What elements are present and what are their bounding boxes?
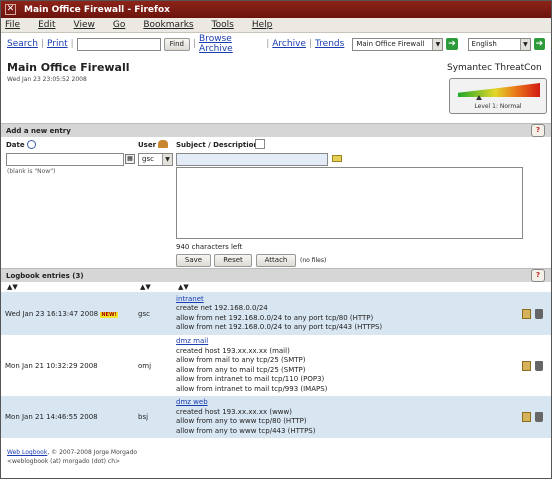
- date-input[interactable]: [6, 153, 124, 166]
- date-label: Date: [6, 141, 25, 149]
- clock-icon: [27, 140, 36, 149]
- table-row[interactable]: Wed Jan 23 16:13:47 2008 NEW! gsc intran…: [1, 292, 551, 335]
- logbook-table: ▲▼ ▲▼ ▲▼ Wed Jan 23 16:13:47 2008 NEW! g…: [1, 282, 551, 438]
- users-icon: [158, 140, 168, 148]
- date-hint: (blank is "Now"): [7, 168, 56, 175]
- table-row[interactable]: Mon Jan 21 14:46:55 2008 bsj dmz web cre…: [1, 396, 551, 438]
- menu-tools[interactable]: Tools: [212, 20, 243, 30]
- browse-archive-link[interactable]: Browse Archive: [199, 34, 263, 54]
- calendar-icon[interactable]: ▦: [125, 154, 135, 164]
- entry-date: Mon Jan 21 14:46:55 2008: [1, 396, 134, 438]
- find-button[interactable]: Find: [163, 37, 190, 51]
- entry-subject-link[interactable]: dmz mail: [176, 337, 208, 345]
- go-arrow-icon[interactable]: ➔: [446, 38, 458, 50]
- table-row[interactable]: Mon Jan 21 10:32:29 2008 omj dmz mail cr…: [1, 335, 551, 396]
- entry-subject-link[interactable]: intranet: [176, 295, 204, 303]
- chevron-down-icon: ▼: [162, 154, 172, 165]
- text-format-icon: [255, 139, 265, 149]
- sort-subject-arrows[interactable]: ▲▼: [172, 282, 511, 292]
- subject-label: Subject / Description: [176, 141, 259, 149]
- web-logbook-link[interactable]: Web Logbook: [7, 449, 47, 456]
- menu-bar: File Edit View Go Bookmarks Tools Help: [1, 18, 551, 33]
- entry-date: Mon Jan 21 10:32:29 2008: [1, 335, 134, 396]
- new-entry-header: Add a new entry ?: [1, 123, 551, 137]
- language-select[interactable]: English ▼: [467, 37, 531, 51]
- save-button[interactable]: Save: [176, 254, 211, 267]
- page-title: Main Office Firewall: [7, 61, 130, 74]
- subject-input[interactable]: [176, 153, 328, 166]
- find-input[interactable]: [76, 37, 161, 51]
- trends-link[interactable]: Trends: [315, 39, 344, 49]
- attach-button[interactable]: Attach: [256, 254, 296, 267]
- menu-file[interactable]: File: [5, 20, 29, 30]
- trash-icon[interactable]: [535, 360, 543, 371]
- chevron-down-icon: ▼: [519, 38, 530, 50]
- new-entry-form: Date ▦ (blank is "Now") User gsc ▼ Subje…: [1, 137, 551, 268]
- entry-user: gsc: [134, 292, 172, 335]
- page-date: Wed Jan 23 23:05:52 2008: [7, 76, 87, 83]
- entry-subject: intranet create net 192.168.0.0/24 allow…: [172, 292, 511, 335]
- help-icon[interactable]: ?: [531, 124, 545, 137]
- search-link[interactable]: Search: [7, 39, 38, 49]
- page-header: Main Office Firewall Wed Jan 23 23:05:52…: [1, 55, 551, 123]
- entry-subject: dmz mail created host 193.xx.xx.xx (mail…: [172, 335, 511, 396]
- menu-go[interactable]: Go: [113, 20, 134, 30]
- help-icon[interactable]: ?: [531, 269, 545, 282]
- trash-icon[interactable]: [535, 308, 543, 319]
- reset-button[interactable]: Reset: [214, 254, 252, 267]
- threatcon-marker: [475, 95, 482, 100]
- go-arrow-icon[interactable]: ➔: [533, 38, 545, 50]
- window-title: Main Office Firewall - Firefox: [24, 4, 170, 15]
- title-bar: ✕ Main Office Firewall - Firefox: [1, 1, 551, 18]
- entry-subject-link[interactable]: dmz web: [176, 398, 208, 406]
- trash-icon[interactable]: [535, 412, 543, 422]
- user-select[interactable]: gsc ▼: [138, 153, 173, 166]
- no-files-label: (no files): [300, 257, 327, 264]
- print-link[interactable]: Print: [47, 39, 68, 49]
- folder-icon[interactable]: [332, 155, 342, 162]
- archive-link[interactable]: Archive: [272, 39, 306, 49]
- entry-user: omj: [134, 335, 172, 396]
- sort-row: ▲▼ ▲▼ ▲▼: [1, 282, 551, 292]
- edit-icon[interactable]: [522, 360, 531, 371]
- threatcon-gauge: [458, 83, 540, 97]
- user-label: User: [138, 141, 157, 149]
- logbook-select[interactable]: Main Office Firewall ▼: [352, 37, 444, 51]
- entry-date: Wed Jan 23 16:13:47 2008 NEW!: [1, 292, 134, 335]
- sort-user-arrows[interactable]: ▲▼: [134, 282, 172, 292]
- sort-date-arrows[interactable]: ▲▼: [1, 282, 134, 292]
- chevron-down-icon: ▼: [432, 38, 443, 50]
- threatcon-level: Level 1: Normal: [474, 103, 522, 110]
- menu-bookmarks[interactable]: Bookmarks: [143, 20, 202, 30]
- entry-user: bsj: [134, 396, 172, 438]
- footer-contact: <weblogbook (at) morgado (dot) ch>: [7, 458, 121, 465]
- footer: Web Logbook, © 2007-2008 Jorge Morgado <…: [7, 449, 138, 465]
- threatcon-widget[interactable]: Level 1: Normal: [449, 78, 547, 114]
- description-textarea[interactable]: [176, 167, 523, 239]
- logbook-header: Logbook entries (3) ?: [1, 268, 551, 282]
- menu-view[interactable]: View: [74, 20, 104, 30]
- logbook-navbar: Search | Print | Find | Browse Archive |…: [1, 33, 551, 55]
- edit-icon[interactable]: [522, 308, 531, 319]
- menu-edit[interactable]: Edit: [38, 20, 64, 30]
- close-icon[interactable]: ✕: [5, 4, 16, 15]
- edit-icon[interactable]: [522, 412, 531, 422]
- new-badge: NEW!: [100, 311, 118, 318]
- menu-help[interactable]: Help: [252, 20, 282, 30]
- entry-subject: dmz web created host 193.xx.xx.xx (www) …: [172, 396, 511, 438]
- browser-window: ✕ Main Office Firewall - Firefox File Ed…: [0, 0, 552, 479]
- threatcon-title: Symantec ThreatCon: [447, 63, 542, 73]
- chars-left: 940 characters left: [176, 243, 243, 251]
